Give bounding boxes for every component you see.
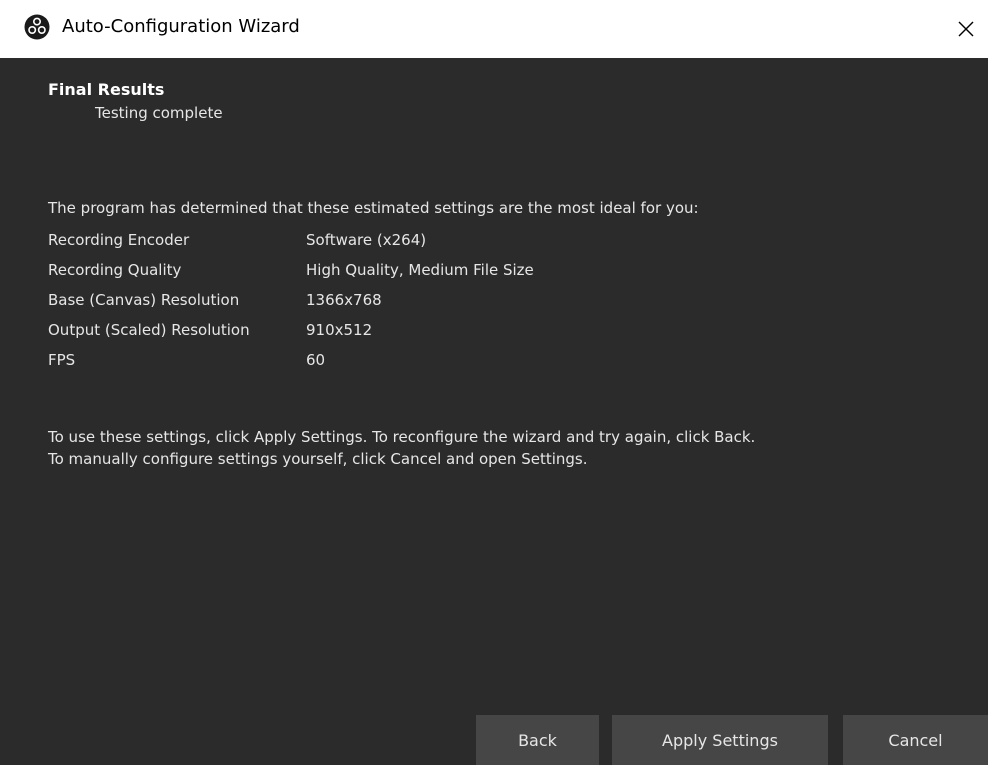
close-button[interactable] xyxy=(944,0,988,58)
setting-label: Recording Encoder xyxy=(48,231,190,249)
wizard-window: Auto-Configuration Wizard Final Results … xyxy=(0,0,988,765)
instructions-line-2: To manually configure settings yourself,… xyxy=(48,450,588,468)
close-icon xyxy=(958,21,974,37)
instructions-line-1: To use these settings, click Apply Setti… xyxy=(48,428,756,446)
wizard-content: Final Results Testing complete The progr… xyxy=(0,58,988,765)
setting-value: 910x512 xyxy=(306,321,373,339)
cancel-button[interactable]: Cancel xyxy=(843,715,988,765)
setting-label: FPS xyxy=(48,351,76,369)
title-bar: Auto-Configuration Wizard xyxy=(0,0,988,58)
setting-value: 1366x768 xyxy=(306,291,382,309)
setting-label: Output (Scaled) Resolution xyxy=(48,321,250,339)
setting-label: Base (Canvas) Resolution xyxy=(48,291,240,309)
setting-value: 60 xyxy=(306,351,326,369)
setting-label: Recording Quality xyxy=(48,261,182,279)
obs-logo-icon xyxy=(24,14,50,40)
apply-settings-button[interactable]: Apply Settings xyxy=(612,715,828,765)
window-title: Auto-Configuration Wizard xyxy=(62,16,300,37)
setting-value: High Quality, Medium File Size xyxy=(306,261,534,279)
page-subtitle: Testing complete xyxy=(95,104,223,122)
back-button[interactable]: Back xyxy=(476,715,599,765)
instructions-text: To use these settings, click Apply Setti… xyxy=(48,426,755,470)
intro-text: The program has determined that these es… xyxy=(48,199,699,217)
setting-value: Software (x264) xyxy=(306,231,427,249)
page-title: Final Results xyxy=(48,80,165,99)
